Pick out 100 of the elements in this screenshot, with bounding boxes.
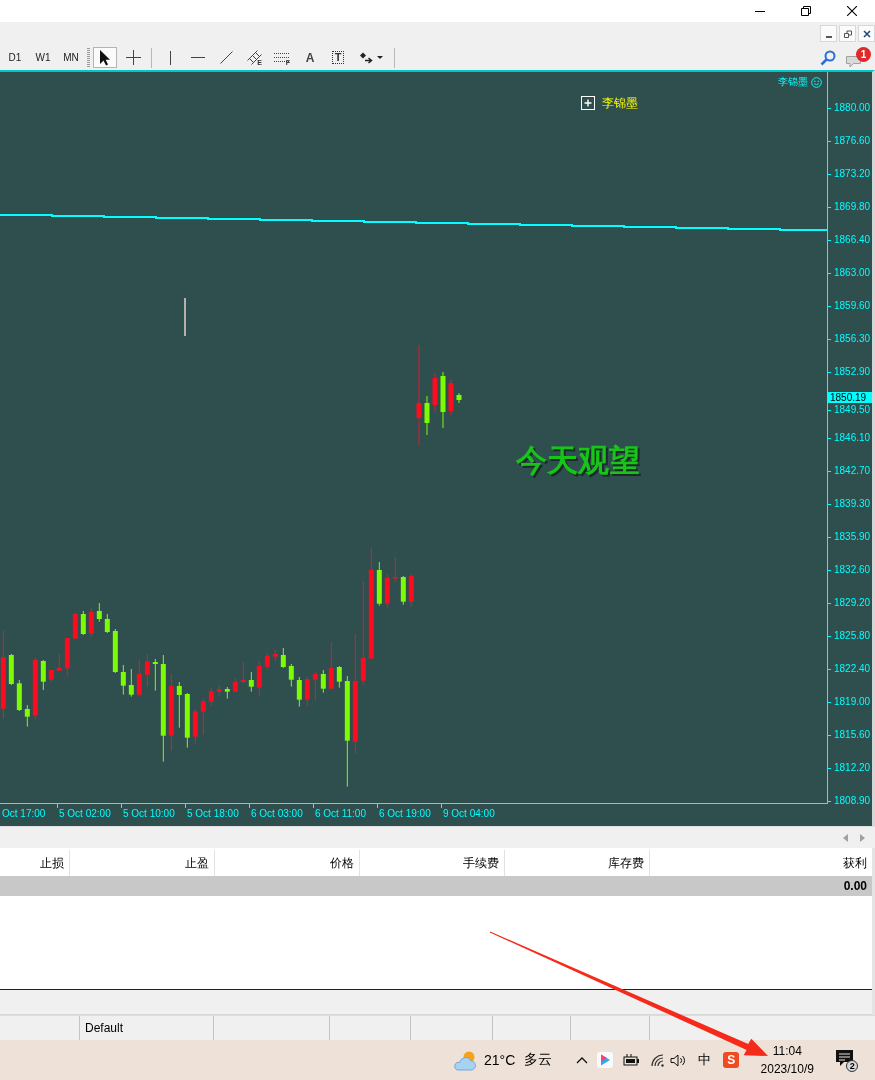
candlestick bbox=[144, 653, 150, 688]
search-icon[interactable] bbox=[820, 49, 836, 66]
time-label: 5 Oct 18:00 bbox=[187, 808, 239, 820]
price-label: 1819.00 bbox=[834, 696, 871, 708]
pointer-icon[interactable] bbox=[99, 49, 111, 66]
time-label: 9 Oct 04:00 bbox=[443, 808, 495, 820]
price-label: 1832.60 bbox=[834, 564, 871, 576]
price-label: 1859.60 bbox=[834, 300, 871, 312]
price-label: 1856.30 bbox=[834, 333, 871, 345]
candlestick bbox=[296, 676, 302, 708]
candlestick bbox=[8, 653, 14, 686]
candlestick bbox=[88, 607, 94, 638]
timeframe-button[interactable]: D1 bbox=[1, 47, 29, 68]
input-method-logo[interactable]: S bbox=[723, 1052, 740, 1068]
vertical-line-icon[interactable] bbox=[168, 50, 172, 65]
candlestick bbox=[288, 663, 294, 688]
time-label: 5 Oct 10:00 bbox=[123, 808, 175, 820]
candlestick bbox=[128, 668, 134, 698]
time-label: 5 Oct 02:00 bbox=[59, 808, 111, 820]
price-label: 1808.90 bbox=[834, 795, 871, 807]
candlestick bbox=[208, 686, 214, 708]
candlestick bbox=[424, 395, 430, 436]
label-tool[interactable]: T bbox=[326, 47, 350, 68]
candlestick bbox=[184, 692, 190, 749]
time-label: 6 Oct 03:00 bbox=[251, 808, 303, 820]
close-button[interactable] bbox=[858, 25, 875, 42]
restore-button[interactable] bbox=[839, 25, 856, 42]
price-label: 1863.00 bbox=[834, 267, 871, 279]
candlestick bbox=[104, 613, 110, 634]
vertical-line-object bbox=[184, 297, 186, 337]
candlestick bbox=[120, 664, 126, 696]
candlestick bbox=[384, 573, 390, 609]
current-price-tag: 1850.19 bbox=[828, 392, 872, 403]
notification-count: 2 bbox=[846, 1060, 859, 1072]
temperature-text[interactable]: 21°C bbox=[484, 1052, 516, 1068]
candlestick bbox=[80, 610, 86, 636]
chevron-up-icon[interactable] bbox=[576, 1056, 589, 1064]
candlestick bbox=[232, 677, 238, 693]
restore-icon[interactable] bbox=[843, 29, 852, 38]
candlestick bbox=[16, 679, 22, 712]
candlestick bbox=[176, 681, 182, 729]
timeframe-button[interactable]: W1 bbox=[29, 47, 57, 68]
arrows-icon[interactable] bbox=[359, 51, 373, 64]
price-label: 1846.10 bbox=[834, 432, 871, 444]
price-label: 1842.70 bbox=[834, 465, 871, 477]
chart-note: 今天观望 bbox=[516, 442, 640, 478]
diagonal-line-icon[interactable] bbox=[219, 51, 233, 64]
notification-icon[interactable] bbox=[835, 1049, 855, 1067]
speaker-icon[interactable] bbox=[670, 1053, 687, 1067]
expert-name: 李锦墨 bbox=[778, 76, 808, 88]
app-tile-icon[interactable] bbox=[597, 1052, 614, 1068]
battery-icon[interactable] bbox=[623, 1054, 642, 1066]
input-mode-indicator[interactable]: 中 bbox=[698, 1051, 712, 1069]
timeframe-button[interactable]: MN bbox=[57, 47, 85, 68]
price-label: 1822.40 bbox=[834, 663, 871, 675]
horizontal-line-icon[interactable] bbox=[191, 56, 205, 59]
candlestick bbox=[392, 556, 398, 583]
minimize-button[interactable] bbox=[820, 25, 837, 42]
candlestick bbox=[248, 671, 254, 693]
candlestick bbox=[456, 392, 462, 404]
candlestick bbox=[240, 661, 246, 684]
text-tool[interactable]: A bbox=[298, 47, 322, 68]
candlestick bbox=[304, 676, 310, 708]
dotted-lines-icon[interactable] bbox=[274, 52, 290, 63]
candlestick bbox=[96, 602, 102, 623]
profile-name: Default bbox=[85, 1021, 124, 1035]
smiley-icon bbox=[811, 76, 822, 88]
caret-icon[interactable] bbox=[377, 56, 383, 59]
candlestick bbox=[256, 660, 262, 698]
close-icon[interactable] bbox=[862, 29, 871, 38]
wifi-icon[interactable] bbox=[651, 1053, 667, 1067]
price-label: 1852.90 bbox=[834, 366, 871, 378]
plus-box-icon[interactable] bbox=[581, 96, 595, 110]
restore-icon[interactable] bbox=[801, 6, 811, 16]
clock-date[interactable]: 2023/10/9 bbox=[760, 1060, 814, 1078]
cursor-tool[interactable] bbox=[93, 47, 117, 68]
candlestick bbox=[312, 671, 318, 702]
column-header[interactable]: 获利 bbox=[650, 850, 872, 876]
price-label: 1849.50 bbox=[834, 404, 871, 416]
candlestick bbox=[224, 686, 230, 700]
price-label: 1873.20 bbox=[834, 168, 871, 180]
time-label: 6 Oct 19:00 bbox=[379, 808, 431, 820]
price-label: 1825.80 bbox=[834, 630, 871, 642]
weather-text[interactable]: 多云 bbox=[524, 1051, 553, 1069]
total-profit: 0.00 bbox=[843, 878, 867, 895]
candlestick bbox=[64, 637, 70, 677]
price-label: 1829.20 bbox=[834, 597, 871, 609]
time-label: Oct 17:00 bbox=[2, 808, 46, 820]
candlestick bbox=[192, 708, 198, 745]
clock-time[interactable]: 11:04 bbox=[772, 1042, 802, 1060]
candlestick bbox=[376, 561, 382, 607]
price-label: 1812.20 bbox=[834, 762, 871, 774]
candlestick bbox=[216, 684, 222, 697]
close-icon[interactable] bbox=[847, 6, 857, 16]
candlestick bbox=[56, 653, 62, 672]
candlestick bbox=[440, 371, 446, 429]
candlestick bbox=[72, 612, 78, 640]
price-label: 1866.40 bbox=[834, 234, 871, 246]
price-label: 1869.80 bbox=[834, 201, 871, 213]
candlestick bbox=[264, 652, 270, 671]
